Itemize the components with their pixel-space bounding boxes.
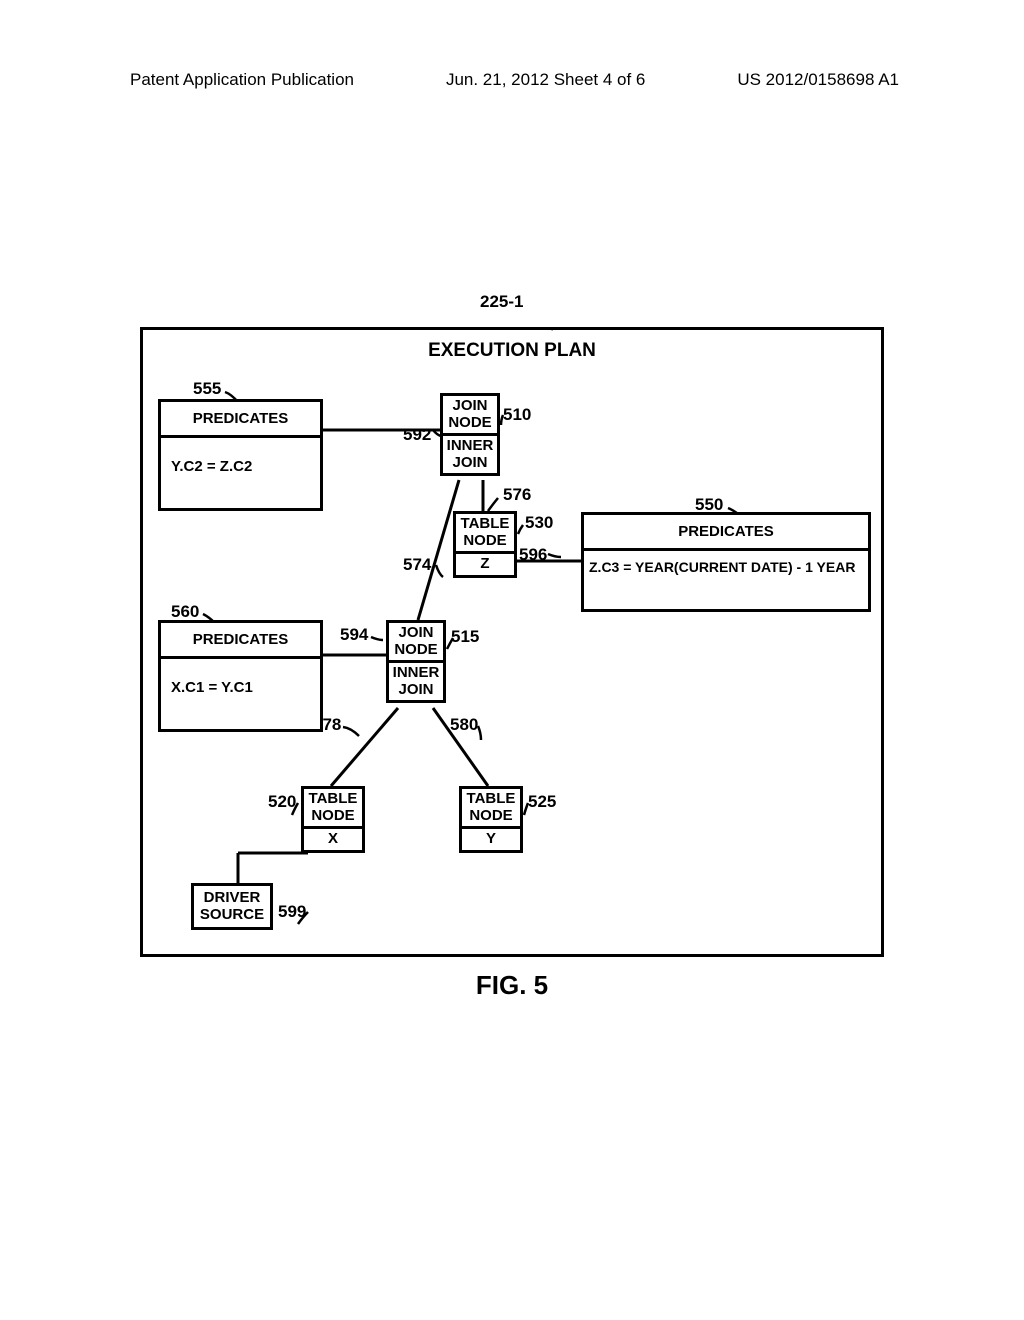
join-node-515-line1: JOIN NODE: [389, 623, 443, 663]
ref-label-576: 576: [503, 485, 531, 505]
predicates-560-content: X.C1 = Y.C1: [161, 656, 320, 716]
table-node-525-line3: Y: [462, 829, 520, 850]
ref-label-594: 594: [340, 625, 368, 645]
table-node-520-line1: TABLE NODE: [304, 789, 362, 829]
table-node-520-line3: X: [304, 829, 362, 850]
table-node-525-line1: TABLE NODE: [462, 789, 520, 829]
join-node-510: JOIN NODE INNER JOIN: [440, 393, 500, 476]
ref-label-555: 555: [193, 379, 221, 399]
ref-label-592: 592: [403, 425, 431, 445]
predicates-550-content: Z.C3 = YEAR(CURRENT DATE) - 1 YEAR: [584, 548, 868, 583]
predicates-560-title: PREDICATES: [161, 623, 320, 656]
ref-label-599: 599: [278, 902, 306, 922]
header-center-text: Jun. 21, 2012 Sheet 4 of 6: [446, 70, 645, 90]
predicates-555-content: Y.C2 = Z.C2: [161, 435, 320, 495]
ref-label-574: 574: [403, 555, 431, 575]
table-node-530: TABLE NODE Z: [453, 511, 517, 578]
join-node-510-line1: JOIN NODE: [443, 396, 497, 436]
figure-label: FIG. 5: [0, 970, 1024, 1001]
ref-label-525: 525: [528, 792, 556, 812]
patent-header: Patent Application Publication Jun. 21, …: [0, 70, 1024, 90]
execution-plan-diagram: 225-1 EXECUTION PLAN: [140, 312, 885, 962]
predicates-560: PREDICATES X.C1 = Y.C1: [158, 620, 323, 732]
ref-label-596: 596: [519, 545, 547, 565]
header-right-text: US 2012/0158698 A1: [737, 70, 899, 90]
ref-label-530: 530: [525, 513, 553, 533]
header-left-text: Patent Application Publication: [130, 70, 354, 90]
predicates-550: PREDICATES Z.C3 = YEAR(CURRENT DATE) - 1…: [581, 512, 871, 612]
ref-label-560: 560: [171, 602, 199, 622]
ref-label-520: 520: [268, 792, 296, 812]
join-node-515: JOIN NODE INNER JOIN: [386, 620, 446, 703]
table-node-520: TABLE NODE X: [301, 786, 365, 853]
driver-source-box: DRIVER SOURCE: [191, 883, 273, 930]
predicates-555: PREDICATES Y.C2 = Z.C2: [158, 399, 323, 511]
execution-plan-title: EXECUTION PLAN: [143, 340, 881, 362]
predicates-555-title: PREDICATES: [161, 402, 320, 435]
table-node-530-line3: Z: [456, 554, 514, 575]
ref-label-515: 515: [451, 627, 479, 647]
join-node-510-line2: INNER JOIN: [443, 436, 497, 473]
ref-label-510: 510: [503, 405, 531, 425]
predicates-550-title: PREDICATES: [584, 515, 868, 548]
table-node-530-line1: TABLE NODE: [456, 514, 514, 554]
ref-label-580: 580: [450, 715, 478, 735]
table-node-525: TABLE NODE Y: [459, 786, 523, 853]
ref-label-225-1: 225-1: [480, 292, 523, 312]
join-node-515-line2: INNER JOIN: [389, 663, 443, 700]
execution-plan-box: EXECUTION PLAN: [140, 327, 884, 957]
